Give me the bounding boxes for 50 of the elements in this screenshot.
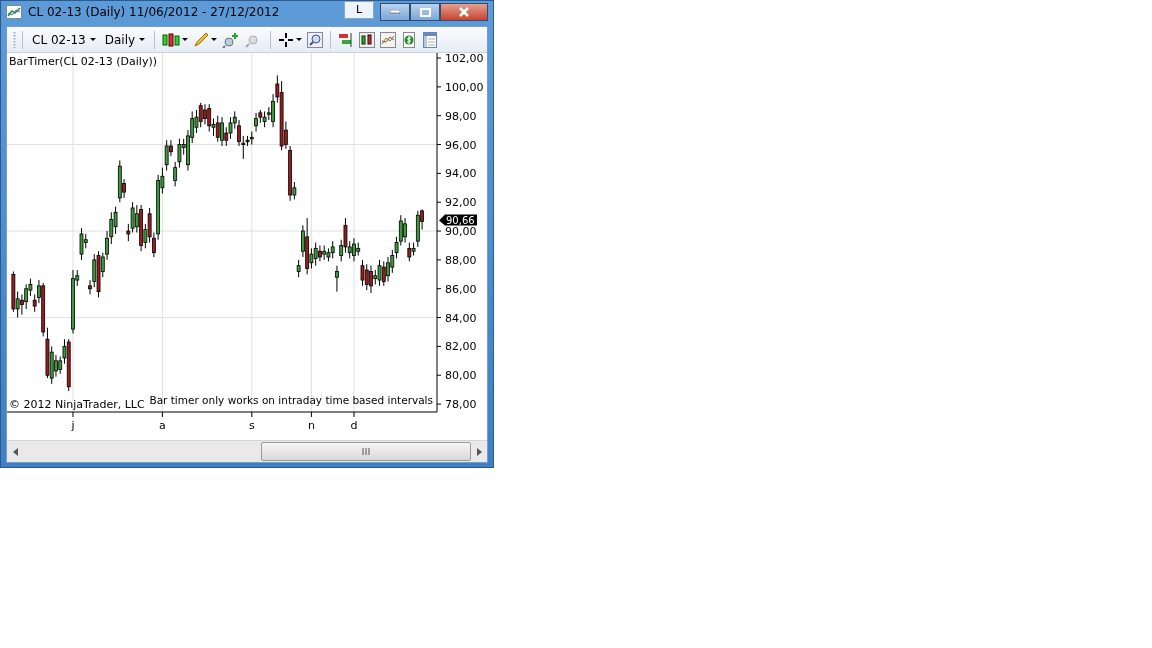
minimize-icon [390,10,400,14]
price-marker: 90,66 [439,214,477,227]
price-label: 80,00 [445,369,477,383]
time-label: n [307,419,315,432]
chart-line-button[interactable] [379,31,398,48]
scrollbar-thumb[interactable] [261,442,471,461]
price-label: 100,00 [445,80,484,94]
time-label: j [71,419,75,432]
caret-icon [296,37,303,42]
link-button[interactable]: L [344,1,374,19]
time-label: d [350,419,358,432]
bars-button[interactable] [358,31,377,48]
drawing-tool-button[interactable] [192,31,219,48]
price-label: 84,00 [445,311,477,325]
caret-icon [211,37,218,42]
copyright-text: © 2012 NinjaTrader, LLC [9,398,145,411]
price-label: 94,00 [445,167,477,181]
time-label: a [159,419,166,432]
candlestick [335,265,339,293]
chart-app-icon [6,5,22,19]
crosshair-button[interactable] [277,31,304,48]
chart-style-button[interactable] [161,31,190,48]
bar-timer-message: Bar timer only works on intraday time based intervals [149,394,433,406]
left-arrow-icon [12,447,18,456]
price-label: 92,00 [445,196,477,210]
price-label: 86,00 [445,282,477,296]
caret-icon [182,37,189,42]
close-button[interactable] [440,3,488,21]
price-label: 102,00 [445,53,484,66]
window-title: CL 02-13 (Daily) 11/06/2012 - 27/12/2012 [28,4,281,21]
close-icon [458,7,470,17]
price-label: 82,00 [445,340,477,354]
maximize-button[interactable] [410,3,440,21]
price-label: 90,00 [445,225,477,239]
price-label: 88,00 [445,253,477,267]
right-arrow-icon [476,447,482,456]
time-label: s [248,419,255,432]
properties-button[interactable] [421,31,440,48]
price-label: 98,00 [445,109,477,123]
maximize-icon [419,7,431,17]
indicator-label: BarTimer(CL 02-13 (Daily)) [9,55,158,68]
price-label: 78,00 [445,398,477,412]
caret-icon [89,37,96,42]
period-dropdown[interactable]: Daily [101,30,149,49]
instrument-dropdown[interactable]: CL 02-13 [29,30,99,49]
caret-icon [139,37,146,42]
minimize-button[interactable] [380,3,410,21]
grip-icon [13,30,16,49]
price-label: 96,00 [445,138,477,152]
search-button[interactable] [306,31,325,48]
